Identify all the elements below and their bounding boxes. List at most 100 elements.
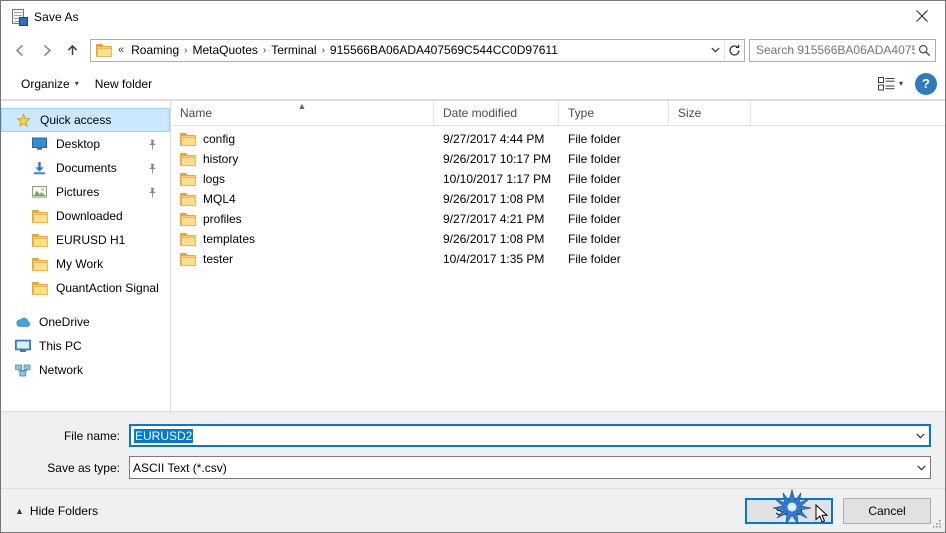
column-label: Date modified — [443, 106, 518, 120]
file-name-cell: profiles — [171, 211, 434, 227]
save-disk-icon — [11, 8, 28, 26]
pin-icon[interactable] — [148, 187, 157, 198]
navigation-sidebar: Quick access Desktop Documents Pictures … — [1, 101, 171, 411]
breadcrumb-item-metaquotes[interactable]: MetaQuotes — [189, 41, 262, 59]
file-name: config — [203, 132, 236, 146]
file-name: MQL4 — [203, 192, 236, 206]
window-title: Save As — [34, 9, 79, 24]
sidebar-item-quantaction-signal[interactable]: QuantAction Signal — [1, 276, 170, 300]
dialog-footer: ▲ Hide Folders Save Cancel — [1, 488, 945, 532]
sidebar-item-network[interactable]: Network — [1, 358, 170, 382]
table-row[interactable]: config 9/27/2017 4:44 PM File folder — [171, 129, 945, 149]
organize-button[interactable]: Organize ▾ — [13, 72, 87, 96]
sidebar-item-label: Documents — [56, 161, 117, 175]
sidebar-item-my-work[interactable]: My Work — [1, 252, 170, 276]
sidebar-item-label: OneDrive — [39, 315, 90, 329]
file-name-cell: tester — [171, 251, 434, 267]
sidebar-item-quick-access[interactable]: Quick access — [1, 108, 170, 132]
organize-label: Organize — [21, 76, 70, 91]
file-name-cell: history — [171, 151, 434, 167]
breadcrumb-item-roaming[interactable]: Roaming — [127, 41, 183, 59]
column-label: Type — [568, 106, 595, 120]
file-name-input[interactable]: EURUSD2 — [129, 424, 931, 447]
column-label: Size — [678, 106, 702, 120]
view-layout-icon[interactable]: ▾ — [872, 72, 909, 96]
close-icon[interactable] — [899, 1, 945, 31]
folder-icon — [32, 232, 49, 248]
hide-folders-label: Hide Folders — [29, 503, 98, 518]
sidebar-item-onedrive[interactable]: OneDrive — [1, 310, 170, 334]
column-header-size[interactable]: Size — [669, 101, 751, 125]
folder-icon — [180, 131, 196, 147]
sidebar-item-downloaded[interactable]: Downloaded — [1, 204, 170, 228]
file-date: 10/10/2017 1:17 PM — [443, 172, 552, 186]
sidebar-item-label: Network — [39, 363, 84, 377]
save-as-type-select[interactable]: ASCII Text (*.csv) — [129, 456, 931, 479]
search-input[interactable] — [756, 43, 915, 57]
search-box[interactable] — [749, 38, 936, 62]
file-date: 9/26/2017 1:08 PM — [443, 192, 545, 206]
desktop-icon — [32, 136, 49, 152]
file-date: 9/26/2017 10:17 PM — [443, 152, 552, 166]
sidebar-item-label: Pictures — [56, 185, 100, 199]
sidebar-item-label: Quick access — [40, 113, 112, 127]
back-arrow-icon[interactable] — [7, 37, 33, 63]
sidebar-item-label: Downloaded — [56, 209, 123, 223]
column-header-type[interactable]: Type — [559, 101, 669, 125]
file-name: history — [203, 152, 239, 166]
table-row[interactable]: tester 10/4/2017 1:35 PM File folder — [171, 249, 945, 269]
new-folder-button[interactable]: New folder — [87, 72, 160, 96]
table-row[interactable]: history 9/26/2017 10:17 PM File folder — [171, 149, 945, 169]
file-date: 9/26/2017 1:08 PM — [443, 232, 545, 246]
chevron-down-icon[interactable] — [912, 426, 929, 445]
file-name-cell: MQL4 — [171, 191, 434, 207]
column-header-date-modified[interactable]: Date modified — [434, 101, 559, 125]
sidebar-item-this-pc[interactable]: This PC — [1, 334, 170, 358]
chevron-down-icon[interactable] — [706, 40, 724, 61]
refresh-icon[interactable] — [724, 39, 744, 61]
network-icon — [15, 362, 32, 378]
dialog-body: Quick access Desktop Documents Pictures … — [1, 100, 945, 411]
sidebar-item-label: My Work — [56, 257, 104, 271]
cancel-button[interactable]: Cancel — [843, 497, 931, 524]
file-name-cell: templates — [171, 231, 434, 247]
sidebar-item-label: QuantAction Signal — [56, 281, 159, 295]
breadcrumb-bar[interactable]: « Roaming › MetaQuotes › Terminal › 9155… — [90, 38, 745, 62]
pin-icon[interactable] — [148, 163, 157, 174]
table-row[interactable]: logs 10/10/2017 1:17 PM File folder — [171, 169, 945, 189]
folder-icon — [32, 280, 49, 296]
documents-icon — [32, 160, 49, 176]
column-header-name[interactable]: ▲ Name — [171, 101, 434, 125]
command-bar: Organize ▾ New folder ▾ ? — [1, 68, 945, 100]
sidebar-item-desktop[interactable]: Desktop — [1, 132, 170, 156]
sidebar-item-pictures[interactable]: Pictures — [1, 180, 170, 204]
help-button[interactable]: ? — [915, 72, 937, 95]
file-type: File folder — [568, 212, 621, 226]
sidebar-item-eurusd-h1[interactable]: EURUSD H1 — [1, 228, 170, 252]
column-label: Name — [180, 106, 213, 120]
file-type: File folder — [568, 192, 621, 206]
breadcrumb-item-instance[interactable]: 915566BA06ADA407569C544CC0D97611 — [326, 41, 562, 59]
folder-icon — [96, 43, 112, 57]
table-row[interactable]: MQL4 9/26/2017 1:08 PM File folder — [171, 189, 945, 209]
forward-arrow-icon[interactable] — [33, 37, 59, 63]
resize-grip[interactable] — [930, 518, 942, 530]
hide-folders-button[interactable]: ▲ Hide Folders — [11, 501, 102, 521]
table-row[interactable]: templates 9/26/2017 1:08 PM File folder — [171, 229, 945, 249]
column-headers: ▲ Name Date modified Type Size — [171, 101, 945, 126]
table-row[interactable]: profiles 9/27/2017 4:21 PM File folder — [171, 209, 945, 229]
folder-icon — [180, 251, 196, 267]
new-folder-label: New folder — [94, 76, 153, 91]
pin-icon[interactable] — [148, 139, 157, 150]
search-icon[interactable] — [915, 44, 933, 57]
sidebar-item-label: EURUSD H1 — [56, 233, 126, 247]
sidebar-item-documents[interactable]: Documents — [1, 156, 170, 180]
up-arrow-icon[interactable] — [59, 37, 85, 63]
breadcrumb-overflow-icon[interactable]: « — [117, 44, 127, 56]
save-button[interactable]: Save — [745, 497, 833, 524]
chevron-down-icon[interactable] — [913, 457, 930, 478]
chevron-down-icon: ▾ — [74, 79, 79, 88]
breadcrumb-item-terminal[interactable]: Terminal — [267, 41, 320, 59]
file-name-row: File name: EURUSD2 — [1, 424, 945, 447]
file-name-cell: logs — [171, 171, 434, 187]
